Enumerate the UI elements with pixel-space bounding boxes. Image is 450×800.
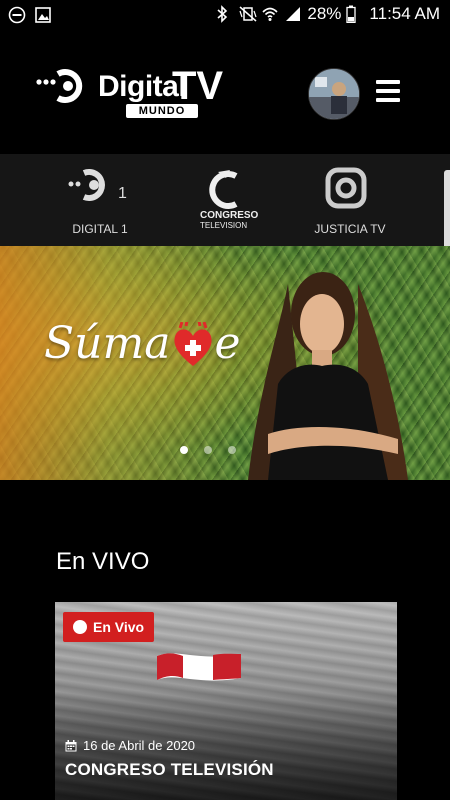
digital1-logo-icon: 1	[68, 169, 127, 202]
gallery-notification-icon	[34, 6, 52, 24]
congreso-logo-bottom: TELEVISION	[200, 221, 247, 230]
do-not-disturb-icon	[8, 6, 26, 24]
carousel-dots	[180, 446, 236, 454]
bluetooth-icon	[215, 5, 233, 23]
hamburger-line	[376, 80, 400, 84]
app-logo[interactable]: Digital TV MUNDO	[36, 64, 223, 120]
banner-headline-suffix: e	[214, 318, 241, 369]
congreso-logo-icon: CONGRESO TELEVISION	[200, 170, 258, 230]
status-bar: 28% 11:54 AM	[0, 0, 450, 32]
logo-mark-icon	[36, 69, 83, 103]
channel-label: DIGITAL 1	[72, 222, 128, 236]
logo-sub: MUNDO	[126, 104, 198, 118]
calendar-icon	[65, 739, 77, 751]
battery-icon	[346, 5, 364, 24]
carousel-dot[interactable]	[180, 446, 188, 454]
hamburger-line	[376, 98, 400, 102]
hamburger-line	[376, 89, 400, 93]
banner-headline-prefix: Súma	[44, 318, 171, 369]
logo-tv: TV	[172, 64, 224, 108]
live-badge-label: En Vivo	[93, 619, 145, 635]
promo-banner[interactable]: Súma e	[0, 246, 450, 480]
vibrate-mute-icon	[238, 5, 257, 23]
card-date-text: 16 de Abril de 2020	[83, 738, 196, 753]
peru-flag-image	[157, 653, 241, 681]
card-title: CONGRESO TELEVISIÓN	[65, 760, 274, 779]
card-date: 16 de Abril de 2020	[65, 738, 195, 753]
wifi-icon	[261, 5, 279, 23]
clock: 11:54 AM	[369, 4, 440, 23]
channel-carousel[interactable]: 1 DIGITAL 1 CONGRESO TELEVISION JUSTICIA…	[0, 154, 450, 350]
live-badge: En Vivo	[63, 612, 155, 642]
user-avatar[interactable]	[308, 68, 360, 120]
live-indicator-icon	[73, 620, 87, 634]
section-title-live: En VIVO	[56, 548, 150, 575]
signal-icon	[284, 5, 302, 23]
channel-justicia[interactable]: JUSTICIA TV	[300, 166, 400, 236]
channel-digital1[interactable]: 1 DIGITAL 1	[50, 166, 150, 236]
app-header: Digital TV MUNDO	[0, 32, 450, 154]
congreso-logo-top: CONGRESO	[200, 210, 258, 221]
live-card[interactable]: En Vivo 16 de Abril de 2020 CONGRESO TEL…	[55, 602, 397, 800]
channel-label: JUSTICIA TV	[314, 222, 386, 236]
presenter-photo	[248, 272, 408, 480]
carousel-dot[interactable]	[228, 446, 236, 454]
digital1-number: 1	[118, 185, 127, 202]
menu-button[interactable]	[376, 80, 402, 104]
heart-hand-icon	[174, 322, 212, 366]
battery-percent: 28%	[307, 4, 342, 23]
carousel-dot[interactable]	[204, 446, 212, 454]
justicia-logo-icon	[325, 167, 367, 209]
channel-congreso[interactable]: CONGRESO TELEVISION	[178, 166, 278, 236]
